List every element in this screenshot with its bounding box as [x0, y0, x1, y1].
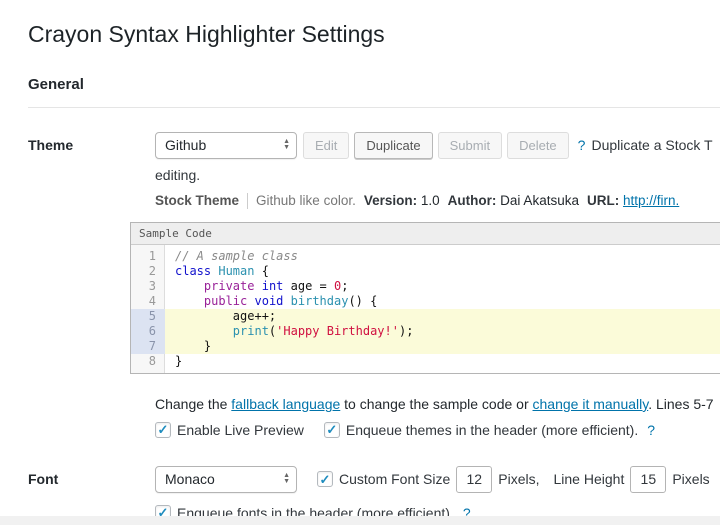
code-text: }: [175, 353, 183, 368]
custom-font-size-label: Custom Font Size: [339, 471, 451, 488]
stock-theme-label: Stock Theme: [155, 193, 240, 209]
code-line: 1 // A sample class: [131, 249, 720, 264]
code-text: age++;: [165, 308, 720, 324]
font-row-content: Monaco ▲▼ Custom Font Size Pixels, Line …: [155, 465, 720, 521]
live-preview-checkbox[interactable]: [155, 421, 171, 438]
duplicate-button[interactable]: Duplicate: [354, 131, 433, 159]
line-number: 8: [148, 353, 156, 368]
settings-page: Crayon Syntax Highlighter Settings Gener…: [0, 0, 720, 521]
font-row: Font Monaco ▲▼ Custom Font Size Pixels, …: [28, 465, 720, 521]
vertical-divider: [247, 192, 249, 209]
font-controls: Monaco ▲▼ Custom Font Size Pixels, Line …: [155, 465, 720, 493]
code-text: print('Happy Birthday!');: [165, 323, 720, 339]
code-line: 7 }: [131, 338, 720, 354]
version-label: Version:: [363, 193, 418, 209]
code-line: 8}: [131, 354, 720, 369]
section-heading-general: General: [28, 76, 720, 108]
select-arrows-icon: ▲ ▼: [283, 138, 290, 152]
select-arrows-icon: ▲ ▼: [283, 472, 290, 486]
theme-desc-line1: Duplicate a Stock T: [591, 137, 713, 154]
fallback-language-link[interactable]: fallback language: [231, 396, 340, 412]
line-number: 6: [131, 323, 165, 339]
code-text: }: [165, 338, 720, 354]
pixels-label: Pixels,: [498, 471, 540, 488]
theme-controls: Github ▲ ▼ Edit Duplicate Submit Delete ? Du…: [155, 131, 720, 159]
theme-url-link[interactable]: http://firn.: [623, 193, 679, 208]
url-label: URL:: [586, 193, 620, 209]
stock-theme-version: Version: 1.0: [364, 193, 440, 208]
sample-code-panel: Sample Code 1 // A sample class 2 class Hum…: [130, 221, 720, 374]
line-number: 5: [131, 308, 165, 324]
stock-theme-line: Stock Theme Github like color. Version: …: [155, 192, 720, 209]
author-label: Author:: [447, 193, 497, 209]
fallback-mid: to change the sample code or: [340, 395, 533, 412]
theme-row: Theme Github ▲ ▼ Edit Duplicate Submit Delet…: [28, 131, 720, 438]
edit-button[interactable]: Edit: [303, 131, 350, 159]
line-number: 3: [148, 278, 156, 293]
live-preview-label: Enable Live Preview: [177, 421, 304, 438]
enqueue-themes-help-icon[interactable]: ?: [647, 422, 655, 438]
theme-row-content: Github ▲ ▼ Edit Duplicate Submit Delete ? Du…: [130, 131, 720, 438]
code-line: 4 public void birthday() {: [131, 294, 720, 309]
theme-desc-line2: editing.: [155, 166, 201, 183]
code-line: 2 class Human {: [131, 264, 720, 279]
code-text: class Human {: [175, 263, 269, 278]
sample-code-header: Sample Code: [131, 222, 720, 245]
custom-font-size-checkbox[interactable]: [317, 471, 333, 488]
page-title: Crayon Syntax Highlighter Settings: [28, 21, 385, 47]
code-line: 5 age++;: [131, 308, 720, 324]
stock-theme-url: URL: http://firn.: [587, 193, 679, 208]
code-text: // A sample class: [175, 248, 298, 263]
line-height-label: Line Height: [553, 471, 625, 488]
code-text: public void birthday() {: [203, 293, 378, 308]
fallback-post: . Lines 5-7: [648, 395, 714, 412]
code-text: private int age = 0;: [203, 278, 349, 293]
theme-select[interactable]: Github ▲ ▼: [155, 131, 297, 159]
submit-button[interactable]: Submit: [437, 131, 503, 159]
font-label: Font: [28, 470, 59, 487]
enqueue-themes-label: Enqueue themes in the header (more effic…: [345, 421, 639, 438]
author-value: Dai Akatsuka: [500, 193, 579, 209]
page-bottom-background: [0, 516, 720, 525]
font-select-value: Monaco: [165, 471, 215, 488]
line-height-input[interactable]: [630, 465, 667, 493]
stock-theme-desc: Github like color.: [256, 193, 356, 209]
code-line: 6 print('Happy Birthday!');: [131, 323, 720, 339]
line-number: 7: [131, 338, 165, 354]
sample-code-lines: 1// A sample class 2 class Human {3 privat…: [131, 244, 720, 373]
change-manually-link[interactable]: change it manually: [533, 396, 649, 412]
font-size-input[interactable]: [456, 465, 493, 493]
code-line: 3 private int age = 0;: [131, 279, 720, 294]
line-number: 4: [148, 293, 156, 308]
preview-options-row: Enable Live Preview Enqueue themes in th…: [155, 421, 720, 438]
stock-theme-author: Author: Dai Akatsuka: [448, 193, 579, 208]
line-number: 1: [148, 248, 156, 263]
fallback-pre: Change the: [155, 395, 232, 412]
theme-buttons: Edit Duplicate Submit Delete: [303, 131, 569, 159]
enqueue-themes-checkbox[interactable]: [323, 421, 340, 438]
line-number: 2: [148, 263, 156, 278]
theme-help-icon[interactable]: ?: [578, 137, 586, 153]
version-value: 1.0: [420, 193, 440, 209]
pixels-label-2: Pixels: [672, 471, 710, 488]
delete-button[interactable]: Delete: [507, 131, 569, 159]
font-select[interactable]: Monaco ▲ ▼: [155, 465, 297, 493]
theme-select-value: Github: [165, 137, 207, 154]
fallback-text: Change the fallback language to change t…: [155, 396, 720, 412]
